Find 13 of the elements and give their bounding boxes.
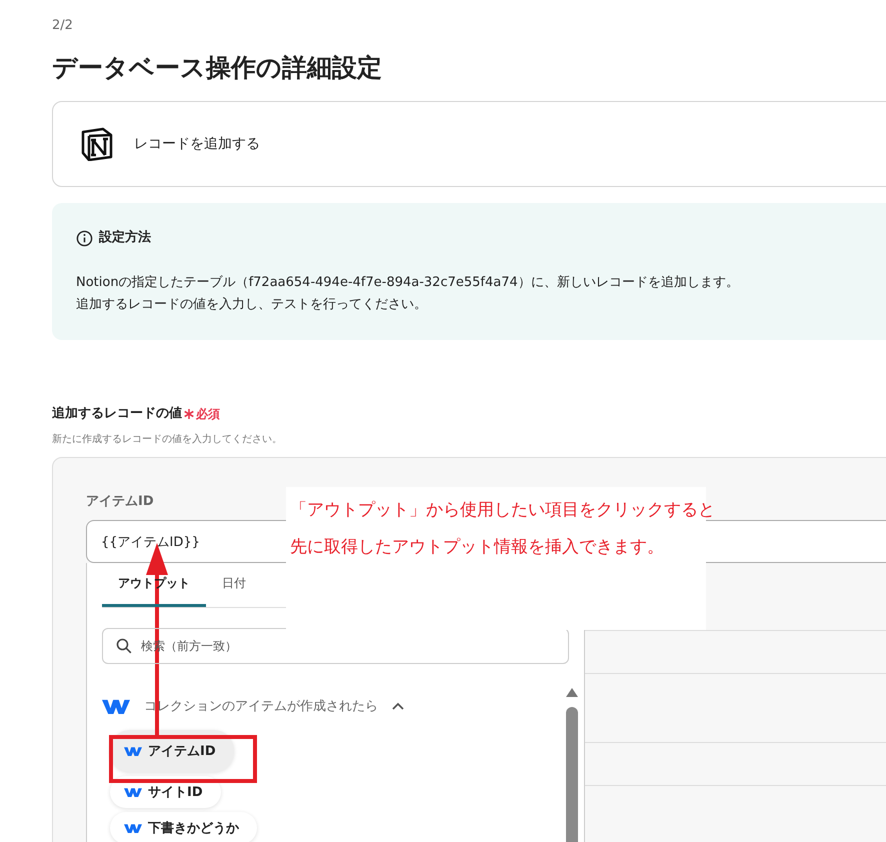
info-text: Notionの指定したテーブル（f72aa654-494e-4f7e-894a-32c7e55f4a74）に、新しいレコードを追加します。 [76,274,740,292]
field-label: 追加するレコードの値 [52,405,182,423]
input-label: アイテムID [86,493,154,511]
action-label: レコードを追加する [134,135,260,153]
info-text: 追加するレコードの値を入力し、テストを行ってください。 [76,296,428,314]
required-tag: 必須 [196,406,220,422]
field-hint: 新たに作成するレコードの値を入力してください。 [52,432,283,447]
group-title: コレクションのアイテムが作成されたら [144,698,378,715]
step-counter: 2/2 [52,18,74,34]
annotation-text: 「アウトプット」から使用したい項目をクリックすると [290,499,715,522]
annotation-text: 先に取得したアウトプット情報を挿入できます。 [290,536,664,559]
page-title: データベース操作の詳細設定 [52,52,383,84]
info-heading: 設定方法 [99,228,151,247]
